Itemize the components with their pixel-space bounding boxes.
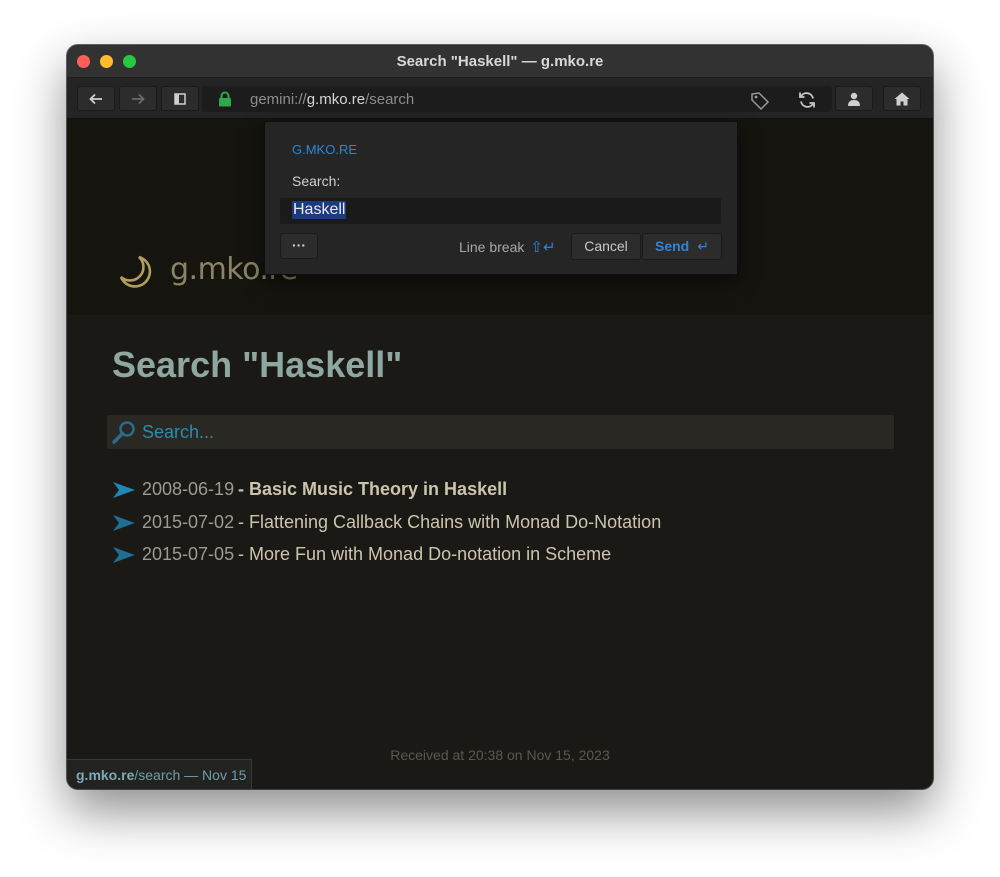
- status-bar: g.mko.re/search — Nov 15: [67, 759, 252, 789]
- result-date: 2015-07-05: [142, 544, 235, 564]
- result-separator: -: [238, 512, 249, 532]
- link-arrow-icon: [113, 482, 135, 498]
- status-host: g.mko.re: [76, 767, 135, 783]
- result-date: 2008-06-19: [142, 479, 235, 499]
- cancel-button[interactable]: Cancel: [571, 233, 641, 260]
- result-title-text: More Fun with Monad Do-notation in Schem…: [249, 544, 612, 564]
- home-icon: [894, 92, 910, 106]
- status-rest: /search — Nov 15: [134, 767, 247, 783]
- result-title-text: Basic Music Theory in Haskell: [249, 479, 508, 499]
- search-input[interactable]: Haskell: [280, 198, 721, 224]
- magnifier-icon: [112, 421, 135, 444]
- page-content: g.mko.re Search "Haskell" Search... 2008…: [67, 119, 933, 789]
- sidebar-toggle-button[interactable]: [161, 86, 199, 111]
- dialog-host-label: G.MKO.RE: [292, 142, 358, 157]
- result-title: - Flattening Callback Chains with Monad …: [238, 512, 661, 533]
- title-bar: Search "Haskell" — g.mko.re: [67, 45, 933, 78]
- forward-button[interactable]: [119, 86, 157, 111]
- url-scheme: gemini://: [250, 91, 307, 108]
- result-title-text: Flattening Callback Chains with Monad Do…: [249, 512, 662, 532]
- url-path: /search: [365, 91, 415, 108]
- person-icon: [848, 92, 860, 106]
- identity-button[interactable]: [835, 86, 873, 111]
- url-host: g.mko.re: [306, 91, 366, 108]
- result-separator: -: [238, 544, 249, 564]
- lock-icon: [219, 91, 231, 107]
- link-arrow-icon: [113, 515, 135, 531]
- page-title: Search "Haskell": [112, 344, 403, 385]
- url-text: gemini://g.mko.re/search: [250, 91, 414, 108]
- line-break-hint[interactable]: Line break ⇧↵: [459, 238, 556, 256]
- send-label: Send: [655, 238, 690, 254]
- return-icon: ↵: [697, 238, 709, 254]
- result-title: - More Fun with Monad Do-notation in Sch…: [238, 544, 611, 565]
- url-bar[interactable]: gemini://g.mko.re/search: [202, 86, 832, 112]
- browser-window: Search "Haskell" — g.mko.re gemini://g.m…: [67, 45, 933, 789]
- shift-return-icon: ⇧↵: [530, 239, 556, 256]
- reload-icon[interactable]: [798, 91, 816, 109]
- dialog-prompt: Search:: [292, 173, 341, 189]
- search-link[interactable]: Search...: [107, 415, 894, 449]
- result-date: 2015-07-02: [142, 512, 235, 532]
- window-title: Search "Haskell" — g.mko.re: [396, 53, 604, 70]
- line-break-label: Line break: [459, 239, 525, 255]
- arrow-left-icon: [89, 93, 102, 105]
- input-dialog: G.MKO.RE Search: Haskell ··· Line break ⇧…: [264, 121, 738, 275]
- moon-logo-icon: [119, 255, 152, 288]
- result-title: - Basic Music Theory in Haskell: [238, 479, 507, 500]
- search-link-label: Search...: [142, 422, 215, 442]
- bookmark-tag-icon[interactable]: [750, 91, 770, 111]
- back-button[interactable]: [77, 86, 115, 111]
- send-button[interactable]: Send ↵: [642, 233, 722, 260]
- result-separator: -: [238, 479, 249, 499]
- sidebar-icon: [174, 93, 186, 105]
- link-arrow-icon: [113, 547, 135, 563]
- search-input-value: Haskell: [292, 201, 347, 219]
- home-button[interactable]: [883, 86, 921, 111]
- toolbar: gemini://g.mko.re/search: [67, 78, 933, 119]
- more-options-button[interactable]: ···: [280, 233, 318, 259]
- arrow-right-icon: [132, 93, 145, 105]
